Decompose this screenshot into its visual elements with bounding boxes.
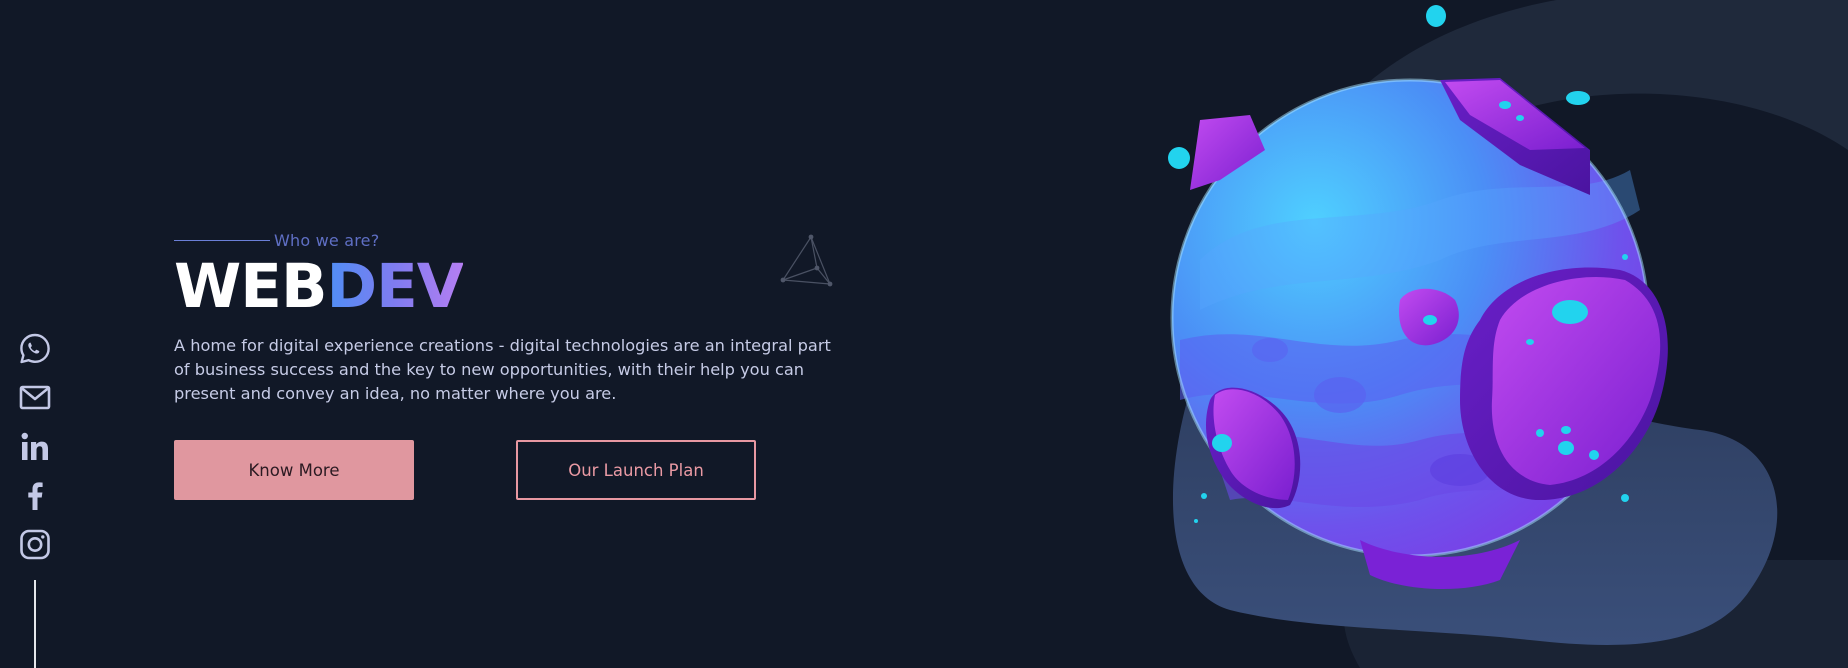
facebook-icon	[28, 482, 43, 510]
hero-buttons: Know More Our Launch Plan	[174, 440, 854, 500]
instagram-link[interactable]	[18, 528, 52, 561]
tetrahedron-decoration	[780, 234, 833, 287]
facebook-link[interactable]	[18, 479, 52, 512]
planet-illustration	[1060, 0, 1848, 668]
eyebrow-line	[174, 239, 270, 241]
social-divider-line	[34, 580, 36, 668]
hero-section: Who we are? WEBDEV A home for digital ex…	[174, 228, 854, 500]
mail-icon	[19, 385, 51, 410]
eyebrow-text: Who we are?	[274, 230, 380, 250]
brand-title-web: WEB	[174, 251, 327, 322]
social-sidebar	[18, 332, 52, 561]
page: Who we are? WEBDEV A home for digital ex…	[0, 0, 1848, 668]
brand-title-dev: DEV	[326, 251, 464, 322]
linkedin-link[interactable]	[18, 430, 52, 463]
linkedin-icon	[21, 432, 48, 460]
launch-plan-button[interactable]: Our Launch Plan	[516, 440, 756, 500]
planet-icon	[1168, 0, 1848, 668]
mail-link[interactable]	[18, 381, 52, 414]
hero-description: A home for digital experience creations …	[174, 336, 831, 403]
instagram-icon	[20, 529, 50, 560]
whatsapp-icon	[20, 333, 50, 364]
brand-title: WEBDEV	[174, 254, 854, 320]
eyebrow: Who we are?	[174, 228, 854, 252]
know-more-button[interactable]: Know More	[174, 440, 414, 500]
whatsapp-link[interactable]	[18, 332, 52, 365]
